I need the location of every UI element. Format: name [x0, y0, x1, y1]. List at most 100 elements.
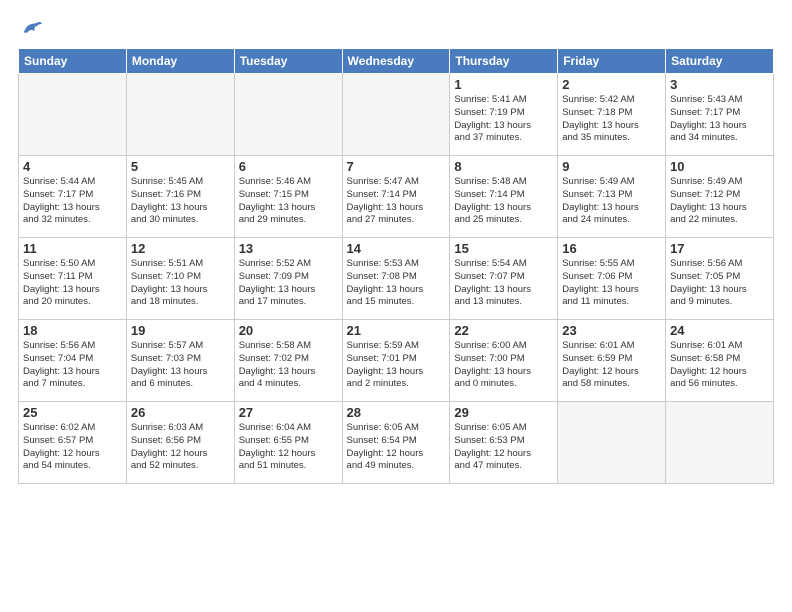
- day-number: 1: [454, 77, 553, 92]
- day-info: Sunrise: 5:57 AMSunset: 7:03 PMDaylight:…: [131, 340, 230, 391]
- day-info: Sunrise: 5:48 AMSunset: 7:14 PMDaylight:…: [454, 176, 553, 227]
- calendar-header-friday: Friday: [558, 49, 666, 74]
- day-number: 3: [670, 77, 769, 92]
- day-number: 28: [347, 405, 446, 420]
- calendar-cell: 24Sunrise: 6:01 AMSunset: 6:58 PMDayligh…: [666, 320, 774, 402]
- calendar-cell: 22 Sunrise: 6:00 AMSunset: 7:00 PMDayligh…: [450, 320, 558, 402]
- day-number: 11: [23, 241, 122, 256]
- calendar-cell: 11 Sunrise: 5:50 AMSunset: 7:11 PMDayligh…: [19, 238, 127, 320]
- day-number: 20: [239, 323, 338, 338]
- day-info: Sunrise: 6:01 AMSunset: 6:59 PMDaylight:…: [562, 340, 661, 391]
- calendar-cell: 28 Sunrise: 6:05 AMSunset: 6:54 PMDayligh…: [342, 402, 450, 484]
- day-info: Sunrise: 6:05 AMSunset: 6:54 PMDaylight:…: [347, 422, 446, 473]
- day-info: Sunrise: 5:41 AMSunset: 7:19 PMDaylight:…: [454, 94, 553, 145]
- day-info: Sunrise: 5:46 AMSunset: 7:15 PMDaylight:…: [239, 176, 338, 227]
- calendar-week-row: 11 Sunrise: 5:50 AMSunset: 7:11 PMDayligh…: [19, 238, 774, 320]
- day-number: 2: [562, 77, 661, 92]
- calendar-cell: 10 Sunrise: 5:49 AMSunset: 7:12 PMDayligh…: [666, 156, 774, 238]
- day-number: 22: [454, 323, 553, 338]
- day-info: Sunrise: 5:51 AMSunset: 7:10 PMDaylight:…: [131, 258, 230, 309]
- day-number: 27: [239, 405, 338, 420]
- calendar-cell: 25 Sunrise: 6:02 AMSunset: 6:57 PMDayligh…: [19, 402, 127, 484]
- day-info: Sunrise: 6:04 AMSunset: 6:55 PMDaylight:…: [239, 422, 338, 473]
- logo-bird-icon: [20, 18, 42, 40]
- calendar-table: SundayMondayTuesdayWednesdayThursdayFrid…: [18, 48, 774, 484]
- calendar-cell: 3 Sunrise: 5:43 AMSunset: 7:17 PMDaylight…: [666, 74, 774, 156]
- day-number: 25: [23, 405, 122, 420]
- calendar-cell: [234, 74, 342, 156]
- day-number: 13: [239, 241, 338, 256]
- calendar-cell: [126, 74, 234, 156]
- day-info: Sunrise: 5:54 AMSunset: 7:07 PMDaylight:…: [454, 258, 553, 309]
- day-info: Sunrise: 5:44 AMSunset: 7:17 PMDaylight:…: [23, 176, 122, 227]
- day-number: 12: [131, 241, 230, 256]
- calendar-header-tuesday: Tuesday: [234, 49, 342, 74]
- calendar-cell: 1 Sunrise: 5:41 AMSunset: 7:19 PMDaylight…: [450, 74, 558, 156]
- calendar-cell: 14 Sunrise: 5:53 AMSunset: 7:08 PMDayligh…: [342, 238, 450, 320]
- calendar-cell: [342, 74, 450, 156]
- day-info: Sunrise: 5:50 AMSunset: 7:11 PMDaylight:…: [23, 258, 122, 309]
- calendar-cell: 23 Sunrise: 6:01 AMSunset: 6:59 PMDayligh…: [558, 320, 666, 402]
- calendar-header-sunday: Sunday: [19, 49, 127, 74]
- calendar-cell: 26 Sunrise: 6:03 AMSunset: 6:56 PMDayligh…: [126, 402, 234, 484]
- page: SundayMondayTuesdayWednesdayThursdayFrid…: [0, 0, 792, 494]
- header: [18, 18, 774, 40]
- day-info: Sunrise: 5:56 AMSunset: 7:04 PMDaylight:…: [23, 340, 122, 391]
- calendar-cell: 21 Sunrise: 5:59 AMSunset: 7:01 PMDayligh…: [342, 320, 450, 402]
- calendar-header-wednesday: Wednesday: [342, 49, 450, 74]
- calendar-cell: 8 Sunrise: 5:48 AMSunset: 7:14 PMDaylight…: [450, 156, 558, 238]
- day-number: 26: [131, 405, 230, 420]
- calendar-cell: [666, 402, 774, 484]
- day-number: 24: [670, 323, 769, 338]
- calendar-cell: [19, 74, 127, 156]
- calendar-cell: 5Sunrise: 5:45 AMSunset: 7:16 PMDaylight…: [126, 156, 234, 238]
- calendar-cell: 20 Sunrise: 5:58 AMSunset: 7:02 PMDayligh…: [234, 320, 342, 402]
- day-info: Sunrise: 6:03 AMSunset: 6:56 PMDaylight:…: [131, 422, 230, 473]
- day-info: Sunrise: 5:58 AMSunset: 7:02 PMDaylight:…: [239, 340, 338, 391]
- day-info: Sunrise: 5:55 AMSunset: 7:06 PMDaylight:…: [562, 258, 661, 309]
- calendar-cell: 9 Sunrise: 5:49 AMSunset: 7:13 PMDaylight…: [558, 156, 666, 238]
- calendar-header-thursday: Thursday: [450, 49, 558, 74]
- day-info: Sunrise: 5:47 AMSunset: 7:14 PMDaylight:…: [347, 176, 446, 227]
- day-number: 15: [454, 241, 553, 256]
- day-info: Sunrise: 5:52 AMSunset: 7:09 PMDaylight:…: [239, 258, 338, 309]
- day-number: 17: [670, 241, 769, 256]
- calendar-cell: 4 Sunrise: 5:44 AMSunset: 7:17 PMDaylight…: [19, 156, 127, 238]
- calendar-cell: 6 Sunrise: 5:46 AMSunset: 7:15 PMDaylight…: [234, 156, 342, 238]
- day-info: Sunrise: 6:02 AMSunset: 6:57 PMDaylight:…: [23, 422, 122, 473]
- day-number: 8: [454, 159, 553, 174]
- calendar-header-row: SundayMondayTuesdayWednesdayThursdayFrid…: [19, 49, 774, 74]
- calendar-cell: 2Sunrise: 5:42 AMSunset: 7:18 PMDaylight…: [558, 74, 666, 156]
- day-number: 18: [23, 323, 122, 338]
- day-info: Sunrise: 6:00 AMSunset: 7:00 PMDaylight:…: [454, 340, 553, 391]
- calendar-cell: 29Sunrise: 6:05 AMSunset: 6:53 PMDayligh…: [450, 402, 558, 484]
- calendar-cell: [558, 402, 666, 484]
- day-number: 14: [347, 241, 446, 256]
- day-info: Sunrise: 5:49 AMSunset: 7:13 PMDaylight:…: [562, 176, 661, 227]
- calendar-cell: 15 Sunrise: 5:54 AMSunset: 7:07 PMDayligh…: [450, 238, 558, 320]
- calendar-header-saturday: Saturday: [666, 49, 774, 74]
- day-info: Sunrise: 5:49 AMSunset: 7:12 PMDaylight:…: [670, 176, 769, 227]
- day-number: 5: [131, 159, 230, 174]
- day-number: 7: [347, 159, 446, 174]
- day-info: Sunrise: 5:53 AMSunset: 7:08 PMDaylight:…: [347, 258, 446, 309]
- day-number: 23: [562, 323, 661, 338]
- calendar-header-monday: Monday: [126, 49, 234, 74]
- day-number: 21: [347, 323, 446, 338]
- calendar-week-row: 4 Sunrise: 5:44 AMSunset: 7:17 PMDaylight…: [19, 156, 774, 238]
- day-info: Sunrise: 6:05 AMSunset: 6:53 PMDaylight:…: [454, 422, 553, 473]
- day-number: 10: [670, 159, 769, 174]
- day-number: 6: [239, 159, 338, 174]
- calendar-week-row: 18 Sunrise: 5:56 AMSunset: 7:04 PMDayligh…: [19, 320, 774, 402]
- day-number: 9: [562, 159, 661, 174]
- logo: [18, 18, 42, 40]
- day-number: 19: [131, 323, 230, 338]
- calendar-cell: 12 Sunrise: 5:51 AMSunset: 7:10 PMDayligh…: [126, 238, 234, 320]
- calendar-week-row: 25 Sunrise: 6:02 AMSunset: 6:57 PMDayligh…: [19, 402, 774, 484]
- day-info: Sunrise: 5:59 AMSunset: 7:01 PMDaylight:…: [347, 340, 446, 391]
- calendar-cell: 16Sunrise: 5:55 AMSunset: 7:06 PMDayligh…: [558, 238, 666, 320]
- calendar-cell: 19 Sunrise: 5:57 AMSunset: 7:03 PMDayligh…: [126, 320, 234, 402]
- day-info: Sunrise: 5:43 AMSunset: 7:17 PMDaylight:…: [670, 94, 769, 145]
- day-number: 4: [23, 159, 122, 174]
- calendar-week-row: 1 Sunrise: 5:41 AMSunset: 7:19 PMDaylight…: [19, 74, 774, 156]
